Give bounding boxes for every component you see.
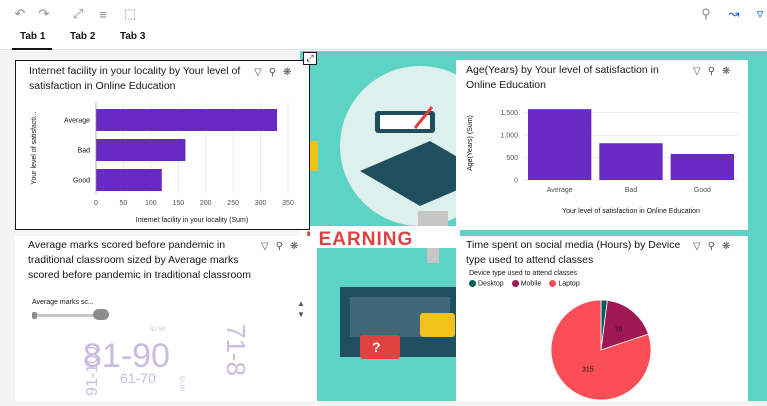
slice-label: 315 — [582, 366, 594, 373]
bar-chart-horizontal: 0 50 100 150 200 250 300 350 Average Bad Good Inter… — [31, 103, 294, 224]
settings-icon[interactable]: ❋ — [290, 241, 298, 252]
expand-icon[interactable]: ⤢ — [70, 6, 86, 22]
scroll-stepper[interactable]: ▲ ▼ — [295, 298, 307, 322]
pie-legend: Desktop Mobile Laptop — [469, 280, 580, 287]
insight-icon[interactable]: ⚲ — [708, 66, 715, 77]
y-tick-label: 1,500 — [500, 110, 518, 117]
slider-handle-max[interactable] — [93, 309, 109, 320]
word-91-100: 91-100 — [84, 346, 101, 396]
panel-title: Age(Years) by Your level of satisfaction… — [466, 64, 659, 91]
bar — [599, 143, 663, 180]
legend-item-laptop[interactable]: Laptop — [549, 280, 580, 288]
legend-item-mobile[interactable]: Mobile — [511, 280, 542, 288]
bar — [96, 169, 162, 191]
x-tick-label: 250 — [227, 200, 239, 207]
legend-title: Device type used to attend classes — [469, 270, 578, 277]
word-51-60: 51-60 — [178, 376, 184, 392]
slider-handle-min[interactable] — [32, 312, 37, 319]
legend-item-desktop[interactable]: Desktop — [469, 280, 504, 287]
filter-icon[interactable]: ▽ — [693, 66, 701, 77]
panel-actions: ▽ ⚲ ❋ — [693, 66, 730, 77]
filter-icon[interactable]: ▽ — [693, 241, 701, 252]
x-axis-title: Your level of satisfaction in Online Edu… — [562, 208, 700, 215]
word-61-70: 61-70 — [120, 370, 156, 386]
y-tick-label: 500 — [506, 155, 518, 162]
tab-2[interactable]: Tab 2 — [70, 31, 95, 42]
panel-actions: ▽ ⚲ ❋ — [254, 67, 291, 78]
x-tick-label: 150 — [172, 200, 184, 207]
legend-label: Mobile — [520, 280, 542, 288]
slider-label: Average marks sc... — [32, 299, 94, 306]
x-tick-label: 350 — [282, 200, 294, 207]
tab-3[interactable]: Tab 3 — [120, 31, 145, 42]
category-label: Average — [547, 187, 573, 194]
x-axis-title: Internet facility in your locality (Sum) — [136, 217, 248, 224]
learning-banner: LEARNING — [306, 229, 413, 250]
panel-actions: ▽ ⚲ ❋ — [261, 241, 298, 252]
panel-average-marks[interactable]: Average marks scored before pandemic in … — [15, 236, 317, 401]
category-label: Good — [73, 178, 90, 185]
slice-label: 70 — [615, 327, 623, 334]
settings-icon[interactable]: ❋ — [722, 241, 730, 252]
filter-icon[interactable]: ▿ — [752, 6, 767, 22]
select-icon[interactable]: ⬚ — [122, 6, 138, 22]
zoom-icon[interactable]: ⚲ — [698, 6, 714, 22]
x-tick-label: 0 — [94, 200, 98, 207]
insight-icon[interactable]: ⚲ — [276, 241, 283, 252]
toolbar: ↶ ↷ ⤢ ≡ ⬚ ⚲ ↝ ▿ — [0, 0, 767, 28]
insight-icon[interactable]: ⚲ — [708, 241, 715, 252]
bar — [96, 109, 278, 131]
word-41-50: 41-50 — [150, 327, 166, 333]
tab-bar: Tab 1 Tab 2 Tab 3 — [0, 28, 767, 50]
undo-icon[interactable]: ↶ — [12, 6, 28, 22]
desktop-swatch-icon — [469, 280, 476, 287]
panel-internet-facility[interactable]: Internet facility in your locality by Yo… — [15, 60, 310, 230]
y-tick-label: 1,000 — [500, 133, 518, 140]
panel-title: Time spent on social media (Hours) by De… — [466, 239, 681, 266]
x-tick-label: 200 — [200, 200, 212, 207]
bar-align-icon[interactable]: ≡ — [95, 6, 111, 22]
tab-1[interactable]: Tab 1 — [20, 31, 45, 42]
filter-icon[interactable]: ▽ — [261, 241, 269, 252]
redo-icon[interactable]: ↷ — [36, 6, 52, 22]
insight-icon[interactable]: ⚲ — [269, 67, 276, 78]
x-tick-label: 300 — [255, 200, 267, 207]
word-cloud: 81-90 71-8 91-100 61-70 51-60 41-50 — [83, 324, 251, 396]
x-tick-label: 100 — [145, 200, 157, 207]
y-axis-title: Age(Years) (Sum) — [467, 115, 474, 171]
pie-chart: 70 315 — [550, 299, 652, 400]
category-label: Bad — [625, 187, 638, 194]
legend-label: Laptop — [558, 280, 580, 288]
question-mark: ? — [372, 339, 381, 355]
line-chart-icon[interactable]: ↝ — [726, 6, 742, 22]
filter-icon[interactable]: ▽ — [254, 67, 262, 78]
active-tab-indicator — [12, 48, 52, 50]
panel-actions: ▽ ⚲ ❋ — [693, 241, 730, 252]
mobile-swatch-icon — [511, 280, 519, 287]
category-label: Bad — [78, 148, 91, 155]
bar — [670, 153, 734, 180]
laptop-swatch-icon — [549, 280, 557, 287]
y-axis-title: Your level of satisfacti... — [31, 111, 38, 184]
bar-chart-vertical: 0 500 1,000 1,500 Average Bad Good Your level o… — [467, 109, 738, 215]
panel-title: Average marks scored before pandemic in … — [28, 239, 251, 281]
panel-social-media[interactable]: Time spent on social media (Hours) by De… — [456, 236, 748, 401]
expand-panel-icon[interactable]: ⤢ — [303, 52, 317, 65]
x-tick-label: 50 — [120, 200, 128, 207]
bar — [96, 139, 186, 161]
settings-icon[interactable]: ❋ — [283, 67, 291, 78]
panel-title: Internet facility in your locality by Yo… — [29, 65, 241, 92]
bar — [528, 109, 592, 180]
category-label: Good — [694, 187, 711, 194]
legend-label: Desktop — [478, 280, 504, 288]
settings-icon[interactable]: ❋ — [722, 66, 730, 77]
panel-age-years[interactable]: Age(Years) by Your level of satisfaction… — [456, 60, 748, 230]
word-71-8: 71-8 — [221, 324, 251, 376]
y-tick-label: 0 — [514, 178, 518, 185]
category-label: Average — [64, 118, 90, 125]
